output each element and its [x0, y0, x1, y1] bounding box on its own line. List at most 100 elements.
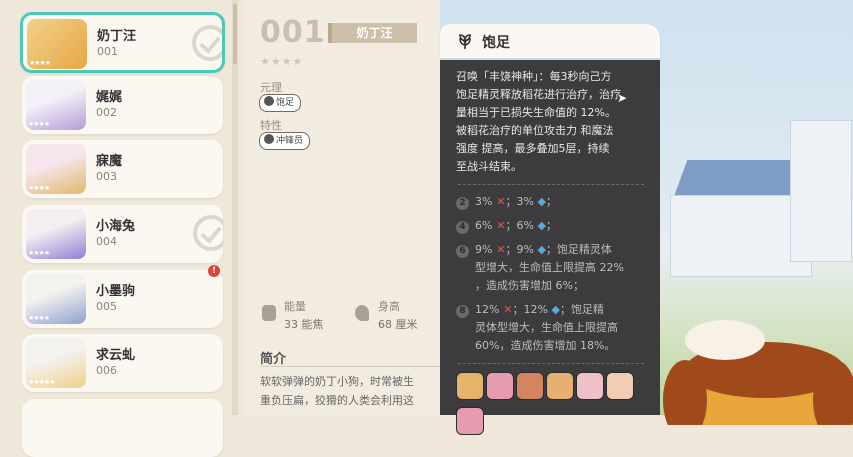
- rarity-stars: ★★★★: [28, 120, 50, 128]
- trait-chip-label: 冲锋员: [276, 136, 304, 146]
- pet-card-005[interactable]: ★★★★ 小墨驹 005: [22, 270, 223, 328]
- level-bonus-6: 6 9% ✕；9% ◆；饱足精灵体 型增大，生命值上限提高 22% ，造成伤害增加…: [456, 241, 646, 295]
- level-text: ；饱足精灵体: [545, 243, 612, 256]
- level-text: 12%: [475, 303, 500, 316]
- level-text: 型增大，生命值上限提高 22%: [475, 261, 624, 274]
- collected-check-icon: [192, 25, 222, 61]
- level-text: ，造成伤害增加 6%；: [475, 279, 584, 292]
- energy-value: 33 能焦: [284, 318, 324, 331]
- level-bonus-8: 8 12% ✕；12% ◆；饱足精 灵体型增大，生命值上限提高 60%，造成伤害增…: [456, 301, 646, 355]
- level-bonus-4: 4 6% ✕；6% ◆；: [456, 217, 646, 235]
- pet-number: 004: [96, 235, 117, 248]
- skill-tooltip-header: 饱足: [440, 24, 660, 58]
- pet-name: 奶丁汪: [97, 29, 137, 44]
- pet-avatar[interactable]: [606, 372, 634, 400]
- level-text: 6%: [475, 219, 493, 232]
- scrollbar-thumb[interactable]: [233, 4, 237, 64]
- element-chip-label: 饱足: [276, 98, 295, 108]
- magic-icon: ◆: [533, 243, 546, 256]
- pet-number: 003: [96, 170, 117, 183]
- pet-number: 001: [97, 45, 118, 58]
- intro-text-line: 软软弹弹的奶丁小狗，时常被生: [260, 375, 414, 388]
- level-text: 9%: [475, 243, 493, 256]
- pet-avatar[interactable]: [456, 372, 484, 400]
- intro-text-line: 重负压扁，狡猾的人类会利用这: [260, 394, 414, 407]
- level-text: ；: [545, 195, 557, 208]
- charge-icon: [264, 134, 274, 144]
- pet-detail-stars: ★★★★: [260, 55, 304, 68]
- element-label: 元理: [260, 81, 282, 94]
- pet-name: 小墨驹: [96, 284, 136, 299]
- pet-avatar[interactable]: [546, 372, 574, 400]
- rarity-stars: ★★★★★: [28, 378, 55, 386]
- intro-title: 简介: [260, 352, 287, 367]
- skill-description: 召唤「丰饶神种」：每3秒向己方 饱足精灵释放稻花进行治疗，治疗 量相当于已损失生…: [456, 68, 646, 176]
- house: [790, 120, 852, 262]
- divider: [458, 363, 644, 364]
- pet-number: 005: [96, 300, 117, 313]
- skill-title: 饱足: [482, 35, 510, 51]
- pet-name: 娓娓: [96, 90, 123, 105]
- pudding-dog-character: [663, 320, 853, 425]
- pet-card-001[interactable]: ★★★★ 奶丁汪 001: [20, 12, 225, 73]
- divider: [260, 366, 440, 367]
- weight-icon: [262, 305, 276, 321]
- pet-detail-number: 001: [260, 15, 326, 50]
- rarity-stars: ★★★★: [28, 314, 50, 322]
- level-text: ；9%: [505, 243, 534, 256]
- new-alert-badge: !: [208, 265, 220, 277]
- pet-card-002[interactable]: ★★★★ 娓娓 002: [22, 76, 223, 134]
- skill-tooltip: 召唤「丰饶神种」：每3秒向己方 饱足精灵释放稻花进行治疗，治疗 量相当于已损失生…: [440, 60, 660, 435]
- rarity-stars: ★★★★: [28, 184, 50, 192]
- height-value: 68 厘米: [378, 318, 418, 331]
- pet-card-003[interactable]: ★★★★ 寐魔 003: [22, 140, 223, 198]
- pet-avatar[interactable]: [576, 372, 604, 400]
- level-badge: 2: [456, 197, 469, 210]
- roof: [672, 160, 808, 200]
- trait-chip[interactable]: 冲锋员: [259, 132, 311, 150]
- attack-icon: ✕: [499, 303, 513, 316]
- level-text: ；6%: [505, 219, 534, 232]
- pet-card-004[interactable]: ★★★★ 小海兔 004: [22, 205, 223, 263]
- magic-icon: ◆: [533, 195, 546, 208]
- pet-number: 006: [96, 364, 117, 377]
- pet-avatar[interactable]: [516, 372, 544, 400]
- pet-name: 小海兔: [96, 219, 136, 234]
- level-badge: 4: [456, 221, 469, 234]
- trait-label: 特性: [260, 119, 282, 132]
- pet-name: 求云虬: [96, 348, 136, 363]
- level-text: ；: [545, 219, 557, 232]
- related-pets-row: [456, 372, 652, 442]
- divider: [458, 184, 644, 185]
- attack-icon: ✕: [492, 195, 506, 208]
- wheat-icon: [264, 96, 274, 106]
- magic-icon: ◆: [547, 303, 560, 316]
- element-chip[interactable]: 饱足: [259, 94, 302, 112]
- desc-line: 至战斗结束。: [456, 160, 522, 173]
- collected-check-icon: [193, 215, 223, 251]
- pet-avatar[interactable]: [456, 407, 484, 435]
- pet-name: 寐魔: [96, 154, 123, 169]
- level-text: ；3%: [505, 195, 534, 208]
- wheat-icon: [459, 34, 471, 49]
- height-icon: [355, 305, 369, 321]
- level-text: 灵体型增大，生命值上限提高: [475, 321, 618, 334]
- pet-avatar[interactable]: [486, 372, 514, 400]
- pet-list-sidebar: ★★★★ 奶丁汪 001 ★★★★ 娓娓 002 ★★★★ 寐魔 003 ★★★…: [0, 0, 232, 457]
- desc-line: 被稻花治疗的单位攻击力 和魔法: [456, 124, 614, 137]
- level-text: ；饱足精: [559, 303, 604, 316]
- desc-line: 召唤「丰饶神种」：每3秒向己方: [456, 70, 612, 83]
- level-text: 60%，造成伤害增加 18%。: [475, 339, 616, 352]
- pet-card-006[interactable]: ★★★★★ 求云虬 006: [22, 334, 223, 392]
- pet-card-007[interactable]: [22, 399, 223, 457]
- height-label: 身高: [378, 300, 400, 313]
- magic-icon: ◆: [533, 219, 546, 232]
- attack-icon: ✕: [492, 243, 506, 256]
- desc-line: 强度 提高，最多叠加5层，持续: [456, 142, 610, 155]
- pet-number: 002: [96, 106, 117, 119]
- desc-line: 量相当于已损失生命值的 12%。: [456, 106, 616, 119]
- mouse-cursor-icon: ➤: [617, 91, 628, 105]
- level-badge: 8: [456, 305, 469, 318]
- level-badge: 6: [456, 245, 469, 258]
- level-bonus-2: 2 3% ✕；3% ◆；: [456, 193, 646, 211]
